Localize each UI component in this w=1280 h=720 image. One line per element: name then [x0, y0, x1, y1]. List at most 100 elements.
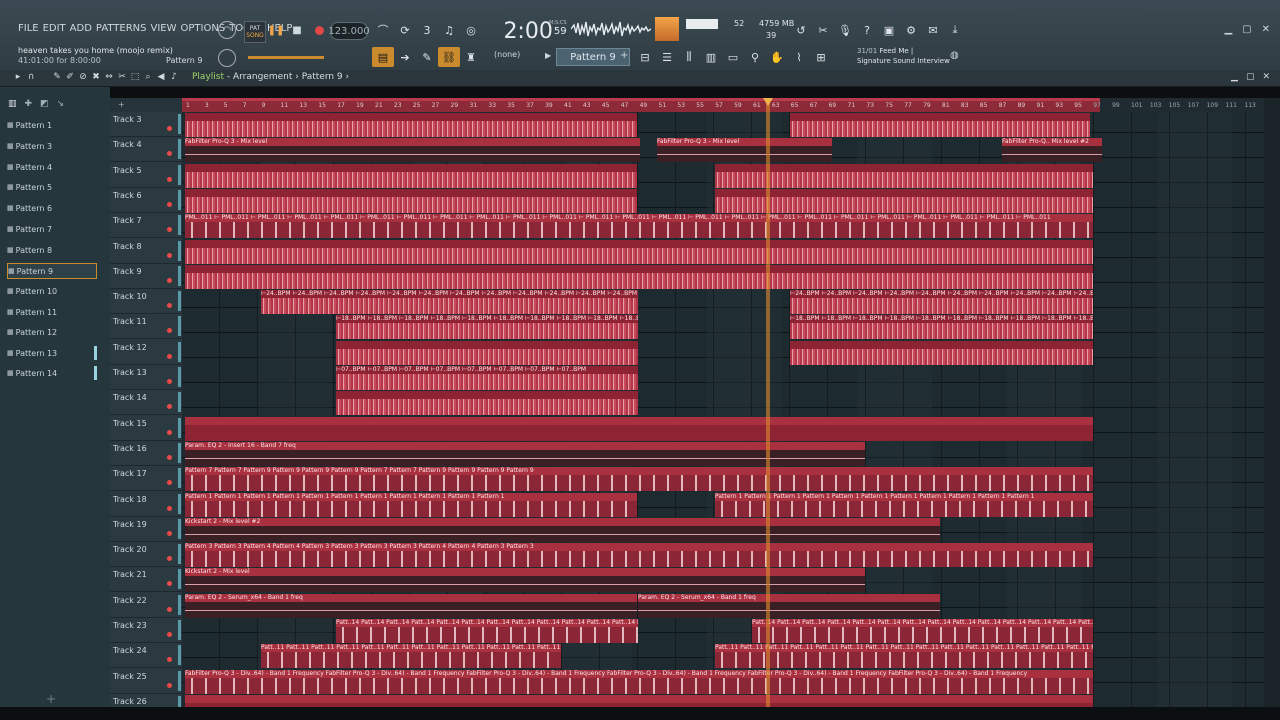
speaker-icon[interactable]: ♪ [168, 72, 180, 82]
track-header[interactable]: Track 12 [110, 340, 182, 365]
save-icon[interactable]: ▣ [878, 20, 900, 40]
track-mute-led[interactable] [167, 480, 172, 486]
picker-clip-icon[interactable]: ◩ [40, 99, 49, 109]
audio-clip[interactable] [185, 239, 1093, 264]
audio-clip[interactable] [715, 163, 1093, 188]
stop-button[interactable]: ■ [289, 22, 305, 38]
close-icon[interactable]: ✕ [1262, 24, 1270, 35]
track-grip[interactable] [178, 594, 181, 615]
track-grip[interactable] [178, 164, 181, 185]
track-mute-led[interactable] [167, 328, 172, 334]
track-header[interactable]: Track 23 [110, 618, 182, 643]
pattern-clip[interactable]: Patt..14 Patt..14 Patt..14 Patt..14 Patt… [336, 619, 638, 643]
track-mute-led[interactable] [167, 632, 172, 637]
track-grip[interactable] [178, 114, 181, 134]
prev-pattern-icon[interactable]: ▶ [545, 51, 551, 60]
vertical-scrollbar[interactable] [1264, 98, 1280, 707]
pattern-clip[interactable]: PML..011 ⊢ PML..011 ⊢ PML..011 ⊢ PML..01… [185, 214, 1093, 239]
options-arrow-icon[interactable]: ▸ [12, 72, 24, 82]
pattern-clip[interactable]: Pattern 3 Pattern 3 Pattern 4 Pattern 4 … [185, 543, 1093, 568]
track-header[interactable]: Track 18 [110, 492, 182, 517]
track-mute-led[interactable] [167, 303, 172, 309]
playlist-close-icon[interactable]: ✕ [1262, 72, 1270, 82]
magnet-icon[interactable]: ∩ [25, 72, 37, 82]
track-mute-led[interactable] [167, 556, 172, 562]
track-grip[interactable] [178, 367, 181, 387]
menu-patterns[interactable]: PATTERNS [96, 23, 147, 34]
timeline-ruler[interactable]: 1 3 5 7 9 11 13 15 17 19 21 23 25 27 29 31 33 35 37 39 41 43 4… [182, 98, 1264, 112]
piano-roll-icon[interactable]: ▥ [700, 47, 722, 67]
track-grip[interactable] [178, 645, 181, 666]
draw-tool-icon[interactable]: ✎ [51, 72, 63, 82]
pat-song-toggle[interactable]: PAT SONG [244, 21, 266, 43]
pattern-clip[interactable]: FabFilter Pro-Q 3 - Div..64) - Band 1 Fr… [185, 669, 1093, 694]
picker-item[interactable]: ▦ Pattern 4 [7, 160, 95, 174]
track-grip[interactable] [178, 240, 181, 261]
track-header[interactable]: Track 20 [110, 542, 182, 568]
countdown-icon[interactable]: 3 [416, 20, 438, 40]
picker-item[interactable]: ▦ Pattern 12 [7, 325, 95, 339]
track-header[interactable]: Track 25 [110, 669, 182, 694]
picker-add-button[interactable]: + [46, 692, 56, 706]
playback-tool-icon[interactable]: ◀ [155, 72, 167, 82]
track-header[interactable]: Track 19 [110, 517, 182, 542]
menu-view[interactable]: VIEW [151, 23, 177, 34]
menu-hint-icon[interactable]: ◠ [218, 21, 236, 39]
plugin-picker-icon[interactable]: ⚲ [744, 47, 766, 67]
track-header[interactable]: Track 22 [110, 593, 182, 618]
picker-item[interactable]: ▦ Pattern 1 [7, 118, 95, 132]
automation-clip[interactable]: Kickstart 2 - Mix level #2 [185, 517, 940, 542]
pattern-clip[interactable]: Patt..11 Patt..11 Patt..11 Patt..11 Patt… [715, 644, 1093, 669]
track-header[interactable]: Track 8 [110, 239, 182, 264]
track-header[interactable]: Track 14 [110, 390, 182, 416]
track-mute-led[interactable] [167, 429, 172, 435]
playlist-maximize-icon[interactable]: ▢ [1246, 72, 1255, 82]
news-panel[interactable]: 31/01 Feed Me | Signature Sound Intervie… [857, 46, 950, 66]
automation-clip[interactable]: FabFilter Pro-Q 3 - Mix level [185, 138, 640, 163]
track-grip[interactable] [178, 341, 181, 362]
audio-clip[interactable] [336, 391, 638, 416]
picker-add-icon[interactable]: ✚ [25, 99, 33, 109]
pattern-selector[interactable]: Pattern 9 [166, 56, 202, 65]
browser-icon[interactable]: ▭ [722, 47, 744, 67]
picker-item[interactable]: ▦ Pattern 14 [7, 366, 97, 380]
track-mute-led[interactable] [167, 505, 172, 511]
cart-icon[interactable]: ⊞ [810, 47, 832, 67]
track-grip[interactable] [178, 417, 181, 438]
track-mute-led[interactable] [167, 404, 172, 410]
wait-for-input-icon[interactable]: ⟳ [394, 20, 416, 40]
audio-clip[interactable]: ⊢07..BPM ⊢07..BPM ⊢07..BPM ⊢07..BPM ⊢07.… [336, 366, 638, 390]
metronome-icon[interactable]: ⌒ [372, 20, 394, 40]
record-button[interactable] [311, 22, 327, 38]
playhead[interactable] [766, 98, 770, 707]
plugin-icon[interactable]: ⚙ [900, 20, 922, 40]
track-header[interactable]: Track 11 [110, 314, 182, 340]
step-edit-icon[interactable]: ♫ [438, 20, 460, 40]
delete-tool-icon[interactable]: ⊘ [77, 72, 89, 82]
track-mute-led[interactable] [167, 657, 172, 663]
track-header[interactable]: Track 10 [110, 289, 182, 315]
pattern-clip[interactable]: Patt..14 Patt..14 Patt..14 Patt..14 Patt… [752, 619, 1093, 643]
audio-clip[interactable] [336, 340, 638, 365]
track-header[interactable]: Track 13 [110, 365, 182, 390]
audio-clip[interactable]: ⊢24..BPM ⊢24..BPM ⊢24..BPM ⊢24..BPM ⊢24.… [790, 290, 1093, 315]
playlist-minimize-icon[interactable]: ▁ [1231, 72, 1238, 82]
track-grip[interactable] [178, 265, 181, 286]
playlist-toolbar-icon[interactable]: ▤ [372, 47, 394, 67]
track-grip[interactable] [178, 518, 181, 539]
track-grip[interactable] [178, 442, 181, 463]
track-grip[interactable] [178, 569, 181, 590]
track-mute-led[interactable] [167, 682, 172, 688]
pattern-clip[interactable]: Patt..11 Patt..11 Patt..11 Patt..11 Patt… [261, 644, 561, 669]
automation-clip[interactable]: FabFilter Pro-Q.. Mix level #2 [1002, 138, 1102, 163]
track-grip[interactable] [178, 493, 181, 514]
menu-add[interactable]: ADD [70, 23, 92, 34]
track-header[interactable]: Track 24 [110, 643, 182, 669]
touch-icon[interactable]: ✋ [766, 47, 788, 67]
track-grip[interactable] [178, 215, 181, 236]
add-pattern-icon[interactable]: + [620, 50, 628, 61]
audio-clip[interactable] [790, 113, 1090, 137]
track-mute-led[interactable] [167, 454, 172, 460]
menu-edit[interactable]: EDIT [43, 23, 66, 34]
menu-file[interactable]: FILE [18, 23, 39, 34]
